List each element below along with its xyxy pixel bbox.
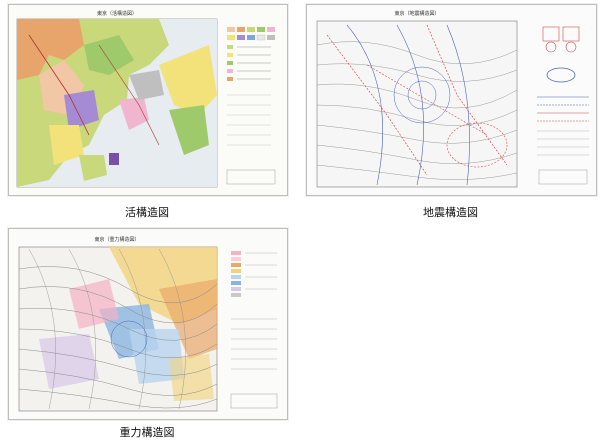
map-card-gravity-structure[interactable]: 東京（重力構造図） 重力構造図 <box>8 228 290 440</box>
seismic-sheet-title: 東京（地震構造図） <box>394 10 439 17</box>
map-card-seismic-structure[interactable]: 東京（地震構造図） 地震構造図 <box>306 4 597 230</box>
map-sheet-gravity-structure[interactable]: 東京（重力構造図） <box>8 228 288 420</box>
seismic-structure-map-image: 東京（地震構造図） <box>307 5 596 195</box>
gravity-structure-map-image: 東京（重力構造図） <box>9 229 287 419</box>
map-sheet-seismic-structure[interactable]: 東京（地震構造図） <box>306 4 597 196</box>
caption-gravity-structure: 重力構造図 <box>119 426 175 439</box>
gravity-sheet-title: 東京（重力構造図） <box>94 236 139 243</box>
caption-active-structure: 活構造図 <box>125 206 169 219</box>
active-sheet-title: 東京（活構造図） <box>97 10 137 17</box>
map-card-active-structure[interactable]: 東京（活構造図） 活構造図 <box>8 4 290 230</box>
map-sheet-active-structure[interactable]: 東京（活構造図） <box>8 4 288 196</box>
caption-seismic-structure: 地震構造図 <box>423 206 478 219</box>
active-structure-map-image: 東京（活構造図） <box>9 5 287 195</box>
